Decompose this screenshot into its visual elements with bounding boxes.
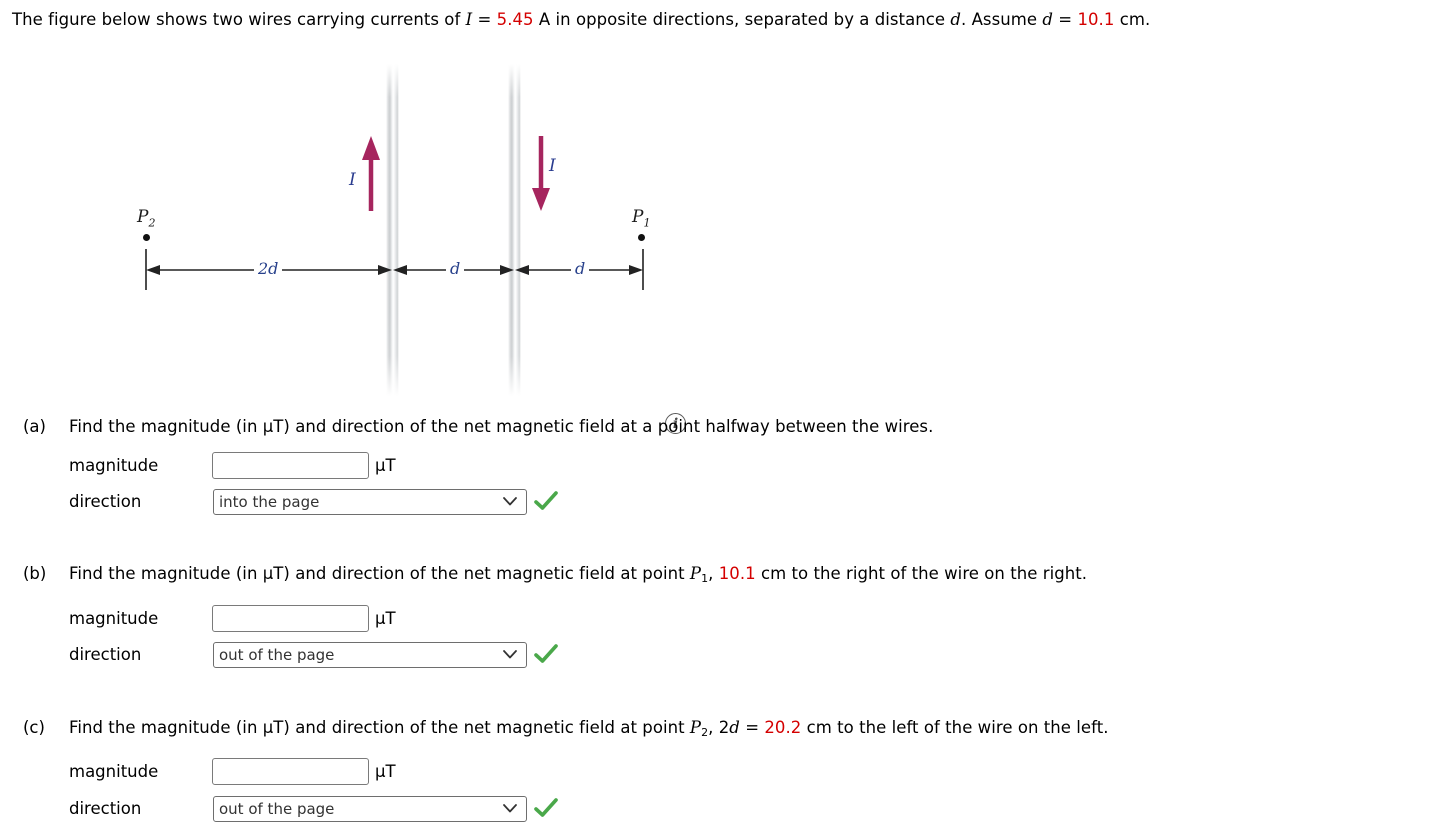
part-a-question: Find the magnitude (in µT) and direction… bbox=[69, 417, 933, 436]
point-label-p1: P1 bbox=[632, 207, 651, 230]
part-c-letter: (c) bbox=[23, 718, 45, 737]
part-a-direction-select[interactable]: into the page bbox=[213, 489, 527, 515]
part-b-question-text-mid: , bbox=[708, 564, 719, 583]
dimension-label-d-middle: d bbox=[446, 259, 465, 278]
part-c-magnitude-input[interactable] bbox=[212, 758, 369, 785]
part-b-magnitude-unit: µT bbox=[375, 609, 396, 628]
part-a-letter: (a) bbox=[23, 417, 46, 436]
part-c-direction-select[interactable]: out of the page bbox=[213, 796, 527, 822]
problem-statement: The figure below shows two wires carryin… bbox=[12, 9, 1150, 30]
part-b-magnitude-label: magnitude bbox=[69, 609, 159, 628]
part-b-letter: (b) bbox=[23, 564, 47, 583]
part-b-value: 10.1 bbox=[718, 564, 756, 583]
part-a-magnitude-input[interactable] bbox=[212, 452, 369, 479]
part-c-direction-label: direction bbox=[69, 799, 142, 818]
part-c-question-text-mid: , 2 bbox=[708, 718, 730, 737]
part-c-question-text-post: cm to the left of the wire on the left. bbox=[801, 718, 1109, 737]
figure-vector-overlay bbox=[145, 136, 644, 290]
part-c-value: 20.2 bbox=[764, 718, 802, 737]
current-label-right: I bbox=[549, 156, 556, 176]
part-b-magnitude-input[interactable] bbox=[212, 605, 369, 632]
point-label-p2: P2 bbox=[137, 207, 156, 230]
part-a-direction-label: direction bbox=[69, 492, 142, 511]
equals-2: = bbox=[1052, 10, 1078, 29]
physics-figure: I I P2 P1 2d d d i bbox=[0, 48, 720, 434]
part-c-mid-var: d bbox=[729, 718, 740, 737]
point-dot-p1 bbox=[638, 234, 645, 241]
dimension-label-d-right: d bbox=[571, 259, 590, 278]
part-c-question: Find the magnitude (in µT) and direction… bbox=[69, 718, 1109, 739]
problem-text-seg4: cm. bbox=[1114, 10, 1151, 29]
point-dot-p2 bbox=[143, 234, 150, 241]
equals-1: = bbox=[472, 10, 497, 29]
part-c-equals: = bbox=[739, 718, 765, 737]
part-a-correct-check-icon bbox=[534, 491, 558, 510]
part-c-question-text-pre: Find the magnitude (in µT) and direction… bbox=[69, 718, 690, 737]
part-b-direction-label: direction bbox=[69, 645, 142, 664]
dimension-label-2d: 2d bbox=[254, 259, 283, 278]
current-arrow-right bbox=[532, 136, 550, 211]
part-c-point-var: P bbox=[689, 718, 702, 737]
current-label-left: I bbox=[349, 170, 356, 190]
part-a-magnitude-label: magnitude bbox=[69, 456, 159, 475]
part-b-question-text-pre: Find the magnitude (in µT) and direction… bbox=[69, 564, 690, 583]
part-b-direction-select[interactable]: out of the page bbox=[213, 642, 527, 668]
current-value: 5.45 bbox=[496, 10, 534, 29]
distance-symbol-2: d bbox=[1042, 10, 1053, 29]
problem-text-seg1: The figure below shows two wires carryin… bbox=[12, 10, 466, 29]
part-c-correct-check-icon bbox=[534, 798, 558, 817]
part-b-correct-check-icon bbox=[534, 644, 558, 663]
distance-symbol-1: d bbox=[950, 10, 961, 29]
part-a-question-text: Find the magnitude (in µT) and direction… bbox=[69, 417, 934, 436]
problem-text-seg2: A in opposite directions, separated by a… bbox=[533, 10, 951, 29]
problem-text-seg3: . Assume bbox=[961, 10, 1043, 29]
current-arrow-left bbox=[362, 136, 380, 211]
part-c-magnitude-label: magnitude bbox=[69, 762, 159, 781]
part-b-question-text-post: cm to the right of the wire on the right… bbox=[755, 564, 1088, 583]
distance-value: 10.1 bbox=[1077, 10, 1115, 29]
part-c-magnitude-unit: µT bbox=[375, 762, 396, 781]
part-a-magnitude-unit: µT bbox=[375, 456, 396, 475]
part-b-question: Find the magnitude (in µT) and direction… bbox=[69, 564, 1087, 585]
part-b-point-var: P bbox=[689, 564, 702, 583]
